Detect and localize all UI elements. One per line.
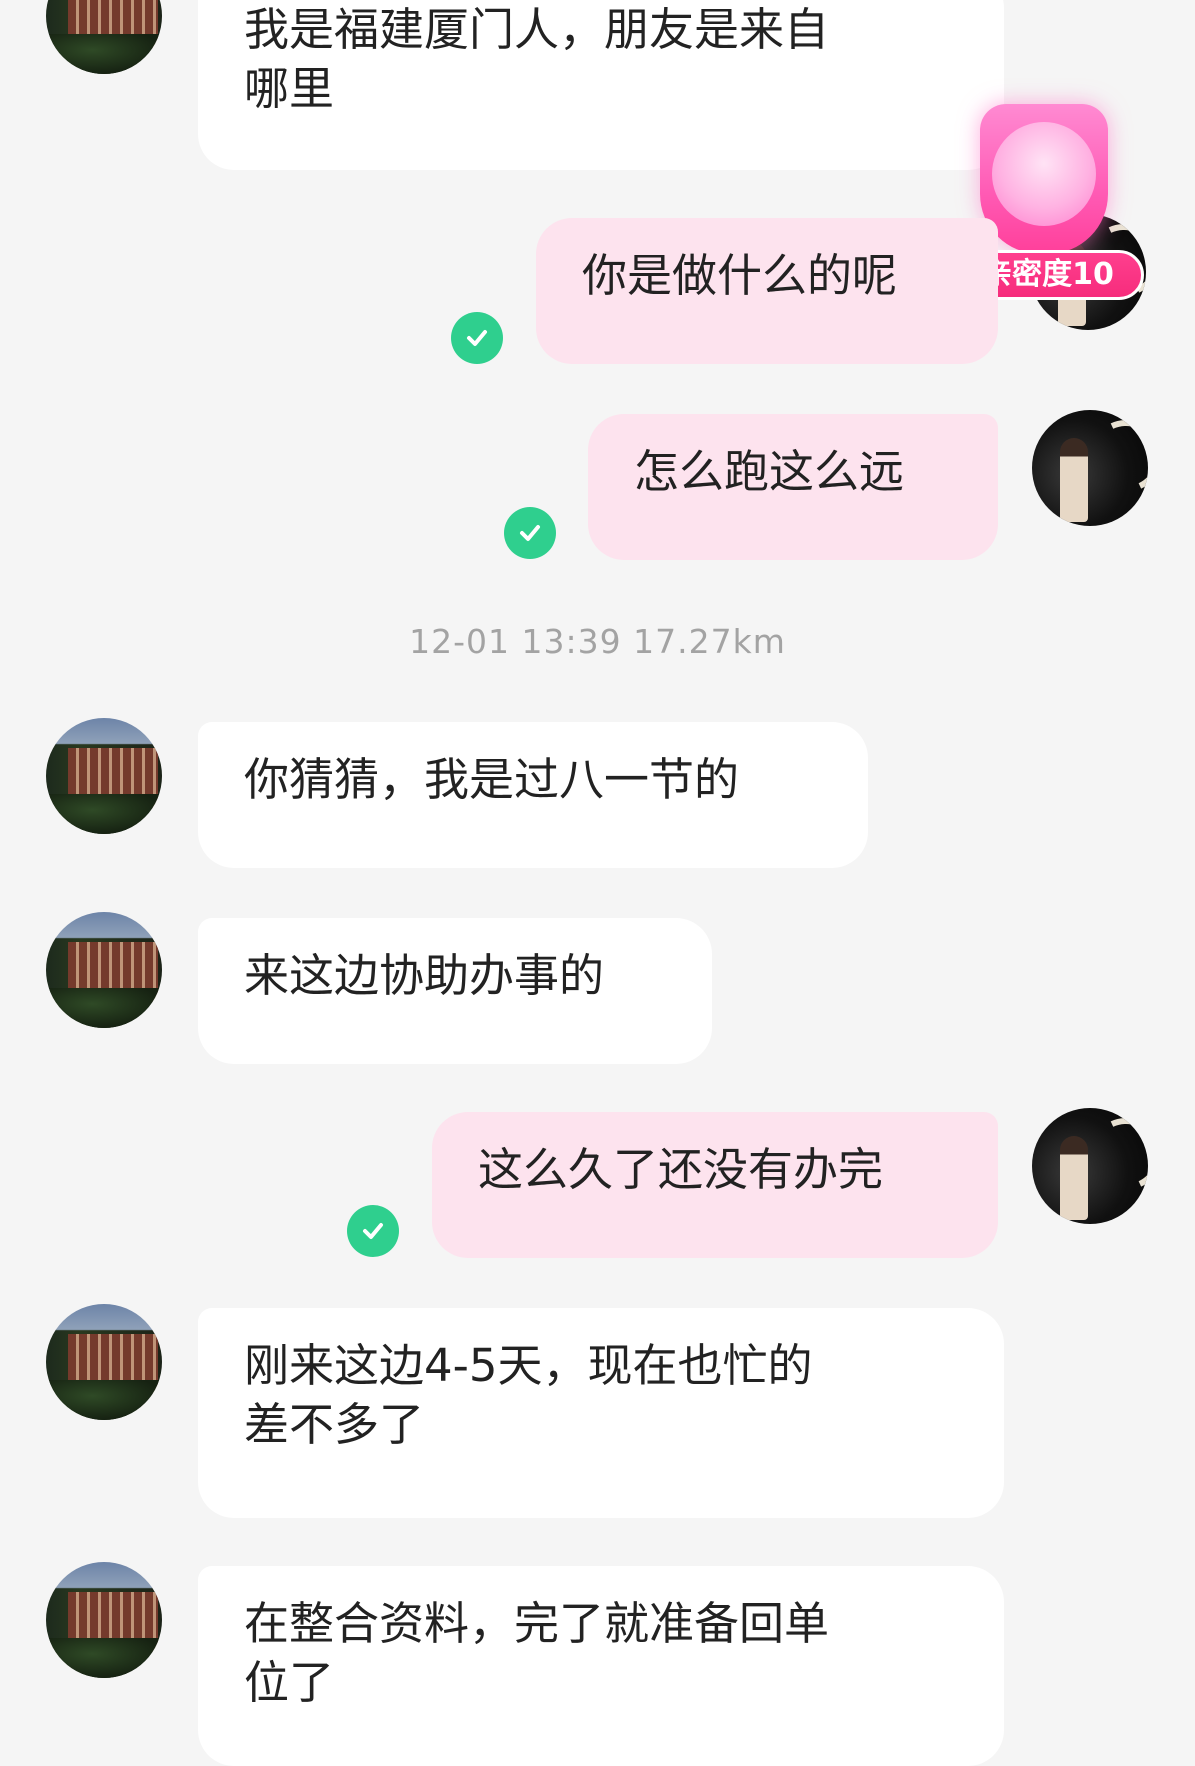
contact-avatar[interactable]: [46, 0, 162, 74]
user-avatar[interactable]: [1032, 1108, 1148, 1224]
incoming-message-bubble[interactable]: 我是福建厦门人，朋友是来自 哪里: [198, 0, 1004, 170]
contact-avatar[interactable]: [46, 718, 162, 834]
incoming-message-bubble[interactable]: 你猜猜，我是过八一节的: [198, 722, 868, 868]
incoming-message-bubble[interactable]: 刚来这边4-5天，现在也忙的 差不多了: [198, 1308, 1004, 1518]
outgoing-message-bubble[interactable]: 你是做什么的呢: [536, 218, 998, 364]
incoming-message-bubble[interactable]: 来这边协助办事的: [198, 918, 712, 1064]
check-icon: [347, 1205, 399, 1257]
heart-icon: [980, 104, 1108, 254]
outgoing-message-bubble[interactable]: 这么久了还没有办完: [432, 1112, 998, 1258]
contact-avatar[interactable]: [46, 912, 162, 1028]
contact-avatar[interactable]: [46, 1304, 162, 1420]
user-avatar[interactable]: [1032, 410, 1148, 526]
check-icon: [451, 312, 503, 364]
check-icon: [504, 507, 556, 559]
outgoing-message-bubble[interactable]: 怎么跑这么远: [588, 414, 998, 560]
message-timestamp: 12-01 13:39 17.27km: [409, 622, 786, 661]
contact-avatar[interactable]: [46, 1562, 162, 1678]
incoming-message-bubble[interactable]: 在整合资料，完了就准备回单 位了: [198, 1566, 1004, 1766]
